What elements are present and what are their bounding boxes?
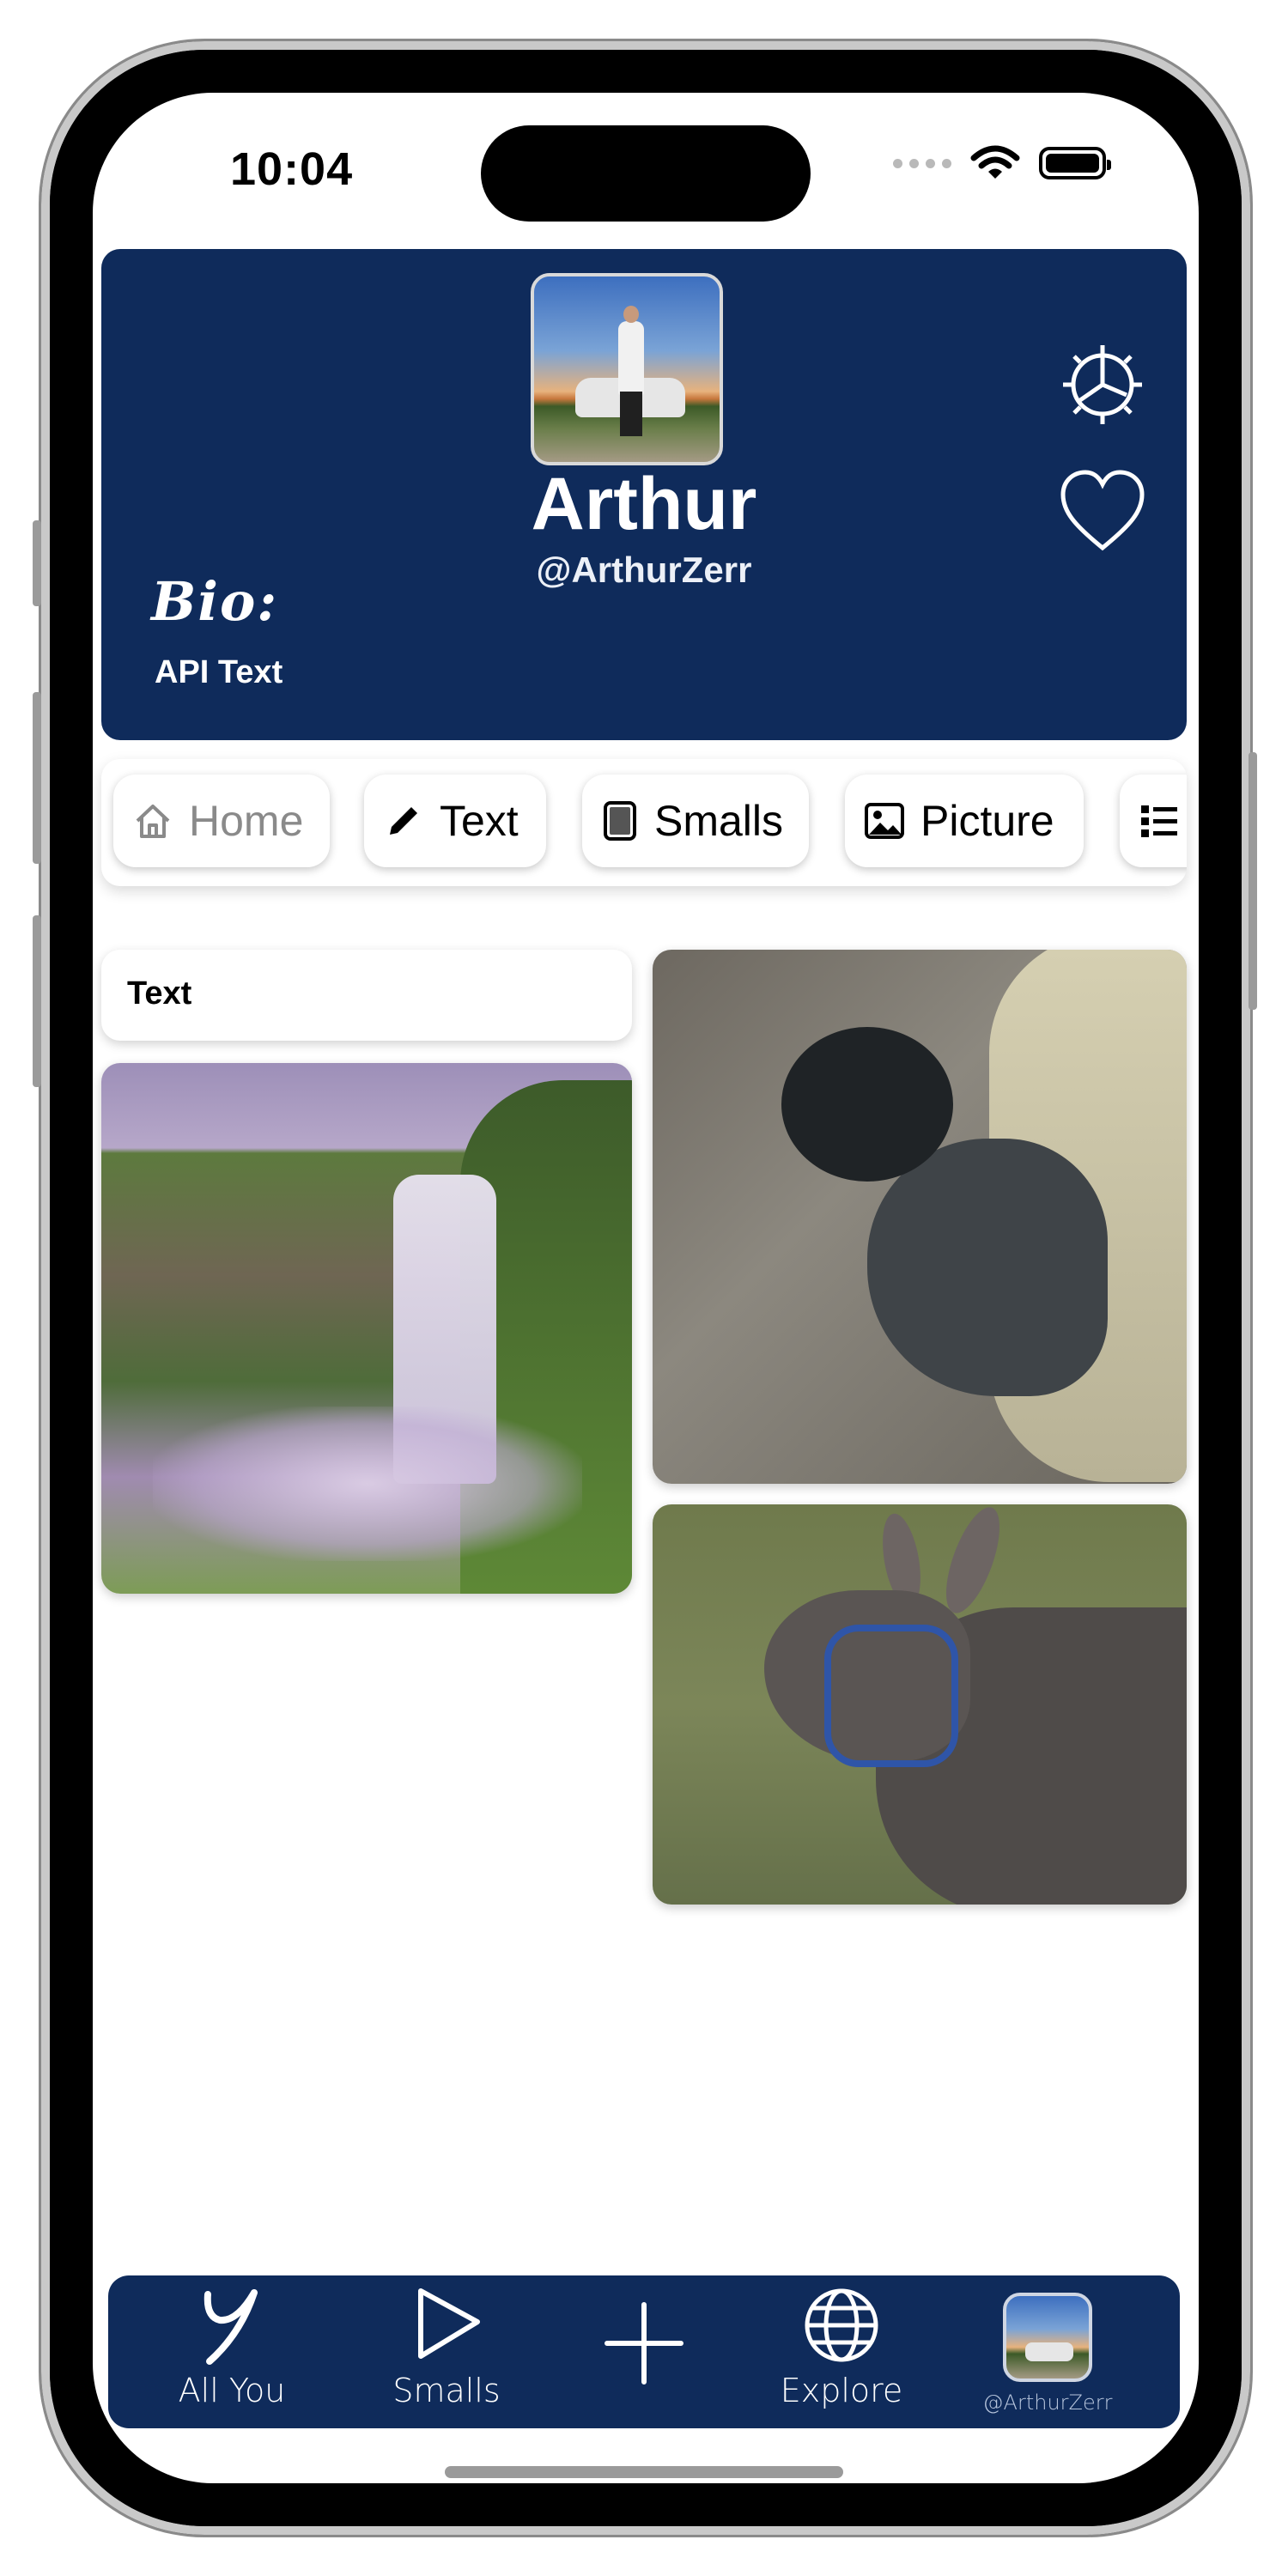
photo-icon bbox=[865, 803, 904, 839]
nav-label: All You bbox=[178, 2372, 286, 2409]
y-logo-icon bbox=[204, 2289, 258, 2365]
photo-post-alpaca[interactable] bbox=[653, 950, 1187, 1484]
profile-avatar[interactable] bbox=[531, 273, 723, 465]
nav-label: Explore bbox=[780, 2372, 903, 2409]
nav-profile[interactable]: @ArthurZerr bbox=[970, 2282, 1125, 2427]
tab-list[interactable] bbox=[1120, 775, 1187, 867]
app-screen: 10:04 Arthur @ArthurZerr Bio: API Text H… bbox=[93, 93, 1199, 2483]
tab-label: Smalls bbox=[654, 797, 784, 845]
nav-label: @ArthurZerr bbox=[982, 2391, 1113, 2415]
nav-create[interactable] bbox=[567, 2282, 721, 2427]
volume-up-button bbox=[33, 692, 41, 864]
globe-icon bbox=[805, 2288, 878, 2362]
dynamic-island bbox=[481, 125, 811, 222]
tab-label: Picture bbox=[920, 797, 1054, 845]
tab-label: Text bbox=[440, 797, 519, 845]
status-icons bbox=[893, 144, 1111, 182]
bio-text: API Text bbox=[155, 654, 283, 690]
photo-post-waterfall[interactable] bbox=[101, 1063, 632, 1594]
volume-down-button bbox=[33, 915, 41, 1087]
signal-icon bbox=[893, 158, 951, 168]
tab-smalls[interactable]: Smalls bbox=[582, 775, 809, 867]
gear-icon[interactable] bbox=[1056, 338, 1149, 431]
play-triangle-icon bbox=[418, 2288, 480, 2359]
nav-smalls[interactable]: Smalls bbox=[369, 2282, 524, 2427]
profile-avatar bbox=[1003, 2293, 1092, 2382]
home-indicator[interactable] bbox=[445, 2466, 843, 2478]
tab-picture[interactable]: Picture bbox=[845, 775, 1084, 867]
nav-label: Smalls bbox=[392, 2372, 501, 2409]
text-post-label: Text bbox=[127, 975, 192, 1012]
profile-name: Arthur bbox=[531, 463, 757, 545]
photo-post-donkey[interactable] bbox=[653, 1504, 1187, 1905]
list-icon bbox=[1141, 805, 1177, 837]
status-time: 10:04 bbox=[230, 143, 354, 195]
heart-icon[interactable] bbox=[1058, 469, 1147, 555]
battery-icon bbox=[1039, 147, 1111, 179]
tab-label: Home bbox=[189, 797, 304, 845]
power-button bbox=[1249, 752, 1257, 1010]
nav-all-you[interactable]: All You bbox=[155, 2282, 309, 2427]
tablet-icon bbox=[604, 801, 636, 841]
bottom-navigation: All You Smalls Explore @ArthurZerr bbox=[108, 2275, 1180, 2428]
mute-switch bbox=[33, 520, 41, 606]
house-icon bbox=[136, 805, 170, 838]
text-post-card[interactable]: Text bbox=[101, 950, 632, 1041]
profile-header: Arthur @ArthurZerr Bio: API Text bbox=[101, 249, 1187, 740]
pencil-icon bbox=[390, 807, 417, 835]
tab-text[interactable]: Text bbox=[364, 775, 546, 867]
category-tabs: Home Text Smalls Picture bbox=[101, 759, 1187, 886]
wifi-icon bbox=[970, 145, 1020, 179]
bio-label: Bio: bbox=[151, 570, 279, 633]
plus-icon bbox=[605, 2302, 683, 2385]
tab-home[interactable]: Home bbox=[113, 775, 330, 867]
nav-explore[interactable]: Explore bbox=[764, 2282, 919, 2427]
